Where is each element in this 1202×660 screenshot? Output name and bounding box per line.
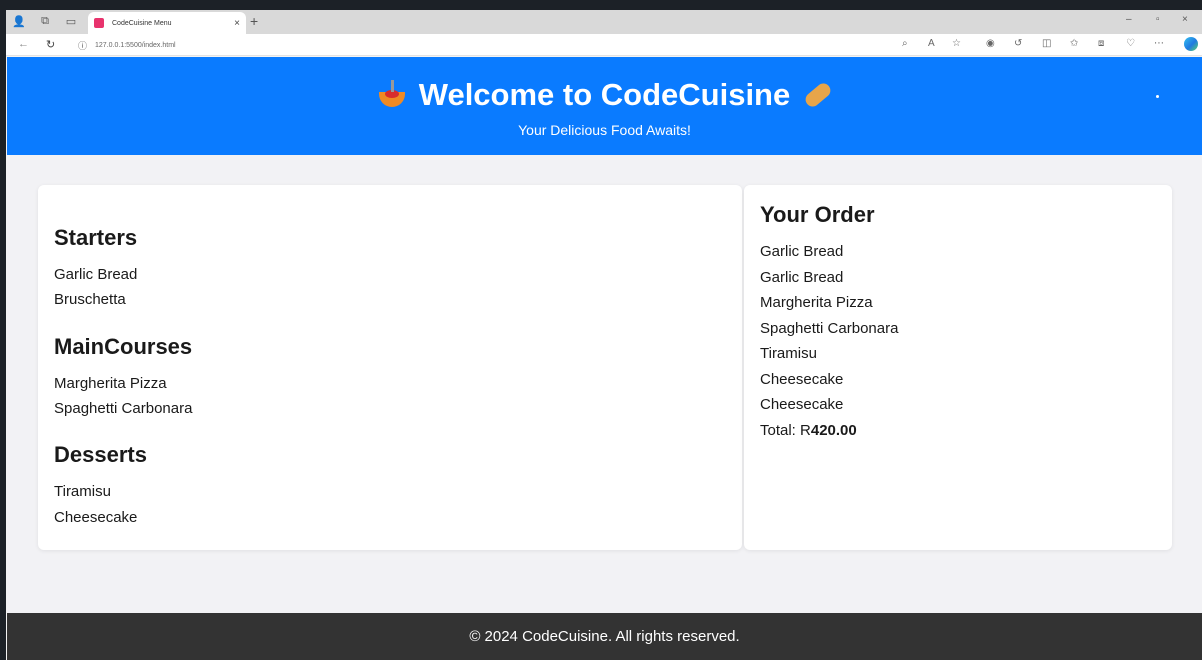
copilot-icon[interactable] <box>1184 37 1198 51</box>
tab-actions-icon[interactable]: ▭ <box>64 14 78 28</box>
site-info-icon[interactable]: ⓘ <box>78 39 87 52</box>
menu-item[interactable]: Cheesecake <box>54 509 137 526</box>
tab-bar: 👤 ⧉ ▭ CodeCuisine Menu × + – ▫ × <box>6 10 1202 34</box>
browser-tab[interactable]: CodeCuisine Menu × <box>88 12 246 34</box>
page-title-text: Welcome to CodeCuisine <box>418 77 791 112</box>
order-item: Cheesecake <box>760 371 844 388</box>
category-title: MainCourses <box>54 334 193 359</box>
order-item: Spaghetti Carbonara <box>760 320 899 337</box>
footer-text: © 2024 CodeCuisine. All rights reserved. <box>469 628 740 645</box>
order-item: Garlic Bread <box>760 243 844 260</box>
profile-icon[interactable]: 👤 <box>12 14 26 28</box>
site-header: Welcome to CodeCuisine Your Delicious Fo… <box>7 57 1202 155</box>
url-field[interactable]: ⓘ 127.0.0.1:5500/index.html <box>78 37 176 53</box>
menu-section: Starters Garlic Bread Bruschetta MainCou… <box>38 185 742 550</box>
spaghetti-icon <box>377 80 407 110</box>
address-bar: ← ↻ ⓘ 127.0.0.1:5500/index.html ⌕ A ☆ ◉ … <box>6 34 1202 56</box>
restore-button[interactable]: ▫ <box>1156 14 1160 25</box>
bread-icon <box>802 80 834 110</box>
favorite-star-icon[interactable]: ☆ <box>952 38 961 49</box>
menu-item[interactable]: Margherita Pizza <box>54 375 167 392</box>
menu-item[interactable]: Tiramisu <box>54 483 111 500</box>
menu-item[interactable]: Spaghetti Carbonara <box>54 400 192 417</box>
back-icon[interactable]: ← <box>18 38 29 50</box>
order-item: Garlic Bread <box>760 269 844 286</box>
tab-title: CodeCuisine Menu <box>112 19 172 27</box>
total-label: Total: R <box>760 422 811 439</box>
collections-icon[interactable]: ⧈ <box>1098 38 1104 49</box>
order-total: Total: R420.00 <box>760 422 857 439</box>
split-screen-icon[interactable]: ◫ <box>1042 38 1051 49</box>
tagline: Your Delicious Food Awaits! <box>518 122 691 138</box>
workspaces-icon[interactable]: ⧉ <box>38 14 52 28</box>
order-title: Your Order <box>760 202 875 227</box>
browser-window: 👤 ⧉ ▭ CodeCuisine Menu × + – ▫ × ← ↻ ⓘ 1… <box>6 10 1202 660</box>
menu-item[interactable]: Bruschetta <box>54 291 126 308</box>
favorites-icon[interactable]: ✩ <box>1070 38 1078 49</box>
mouse-cursor <box>1156 95 1159 98</box>
new-tab-button[interactable]: + <box>250 13 258 29</box>
zoom-icon[interactable]: ⌕ <box>902 38 908 49</box>
page-title: Welcome to CodeCuisine <box>7 77 1202 113</box>
extension-icon[interactable]: ◉ <box>986 38 995 49</box>
order-item: Margherita Pizza <box>760 294 873 311</box>
category-title: Starters <box>54 225 138 250</box>
refresh-icon[interactable]: ↻ <box>46 38 55 51</box>
menu-item[interactable]: Garlic Bread <box>54 266 137 283</box>
refresh-ext-icon[interactable]: ↺ <box>1014 38 1022 49</box>
order-item: Tiramisu <box>760 345 817 362</box>
site-footer: © 2024 CodeCuisine. All rights reserved. <box>7 613 1202 660</box>
minimize-button[interactable]: – <box>1126 14 1132 25</box>
browser-essentials-icon[interactable]: ♡ <box>1126 38 1135 49</box>
order-section: Your Order Garlic Bread Garlic Bread Mar… <box>744 185 1172 550</box>
total-value: 420.00 <box>810 422 857 439</box>
close-window-button[interactable]: × <box>1182 14 1188 25</box>
order-item: Cheesecake <box>760 396 844 413</box>
favicon-icon <box>94 18 104 28</box>
more-menu-icon[interactable]: ⋯ <box>1154 38 1164 49</box>
tab-close-icon[interactable]: × <box>234 18 240 29</box>
read-aloud-icon[interactable]: A <box>928 38 935 49</box>
web-page: Welcome to CodeCuisine Your Delicious Fo… <box>7 57 1202 660</box>
url-text: 127.0.0.1:5500/index.html <box>95 41 176 49</box>
category-title: Desserts <box>54 442 147 467</box>
